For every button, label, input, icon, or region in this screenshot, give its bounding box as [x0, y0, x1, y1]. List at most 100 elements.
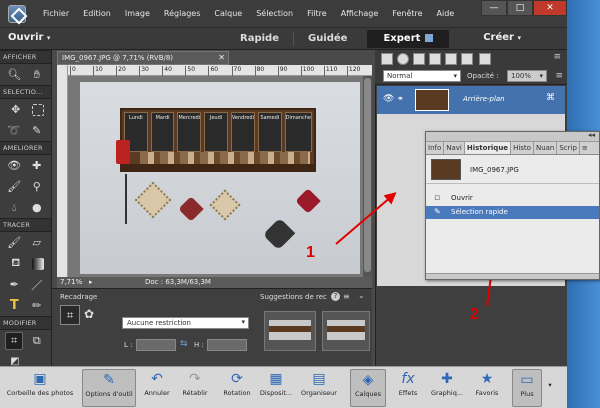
menu-filtre[interactable]: Filtre: [300, 9, 334, 18]
sponge-tool-icon[interactable]: ●: [28, 199, 46, 217]
recompose-tool-icon[interactable]: ⧉: [28, 332, 46, 350]
marquee-tool-icon[interactable]: [32, 103, 45, 116]
more-chevron-icon[interactable]: ▾: [545, 381, 555, 389]
menu-aide[interactable]: Aide: [430, 9, 462, 18]
open-button[interactable]: Ouvrir ▾: [8, 32, 50, 43]
eye-tool-icon[interactable]: 👁︎: [5, 157, 23, 175]
quick-selection-tool-icon[interactable]: ✎: [28, 122, 46, 140]
clone-stamp-tool-icon[interactable]: ⚲: [28, 178, 46, 196]
favorites-button[interactable]: ★ Favoris: [470, 371, 504, 397]
paint-bucket-tool-icon[interactable]: ⛾: [7, 255, 25, 273]
help-icon[interactable]: ?: [331, 292, 340, 301]
tab-swatches[interactable]: Nuan: [534, 142, 558, 154]
menu-reglages[interactable]: Réglages: [157, 9, 208, 18]
tab-scripts[interactable]: Scrip: [557, 142, 580, 154]
restriction-select[interactable]: Aucune restriction ▾: [122, 317, 249, 329]
zoom-tool-icon[interactable]: 🔍︎: [5, 66, 23, 84]
cookie-cutter-icon[interactable]: ✿: [84, 307, 98, 321]
status-arrow-icon[interactable]: ▸: [89, 278, 93, 286]
layer-row-background[interactable]: 👁︎ ⚭ Arrière-plan ⌘: [377, 86, 565, 114]
more-button[interactable]: ▭ Plus: [512, 369, 542, 407]
move-tool-icon[interactable]: ✥: [7, 101, 25, 119]
photo-bin-button[interactable]: ▣ Corbeille des photos: [4, 371, 76, 397]
opacity-input[interactable]: 100% ▾: [507, 70, 547, 82]
tab-histogram[interactable]: Histo: [511, 142, 534, 154]
crop-suggestion-2[interactable]: [322, 311, 370, 351]
mode-guidee[interactable]: Guidée: [294, 32, 361, 46]
effects-button[interactable]: fx Effets: [394, 371, 422, 397]
create-button[interactable]: Créer ▾: [483, 32, 521, 43]
mode-expert[interactable]: Expert: [367, 30, 450, 48]
annotation-1: 1: [306, 244, 315, 261]
history-item-open[interactable]: ▫ Ouvrir: [426, 192, 599, 205]
eraser-tool-icon[interactable]: ▱: [28, 234, 46, 252]
pencil-tool-icon[interactable]: ✏︎: [28, 297, 46, 315]
mode-rapide[interactable]: Rapide: [226, 32, 294, 46]
minimize-button[interactable]: —: [481, 0, 507, 16]
history-titlebar[interactable]: ◂◂: [426, 131, 599, 142]
redo-button[interactable]: ↷ Rétablir: [180, 371, 210, 397]
layer-mask-icon[interactable]: [429, 53, 441, 65]
height-input[interactable]: [207, 339, 247, 351]
swap-dimensions-icon[interactable]: ⇆: [180, 339, 188, 349]
tool-options-button[interactable]: ✎ Options d'outil: [82, 369, 136, 407]
eyedropper-tool-icon[interactable]: ✒: [5, 276, 23, 294]
shape-tool-icon[interactable]: ／: [28, 276, 46, 294]
more-icon: ▭: [520, 372, 534, 388]
history-menu-icon[interactable]: ≡: [580, 142, 590, 154]
menu-fichier[interactable]: Fichier: [36, 9, 76, 18]
organizer-button[interactable]: ▤ Organiseur: [298, 371, 340, 397]
hand-tool-icon[interactable]: ✋︎: [28, 66, 46, 84]
new-layer-icon[interactable]: [381, 53, 393, 65]
crop-option-icon[interactable]: ⌗: [60, 305, 80, 325]
scrollbar-thumb[interactable]: [364, 78, 371, 272]
close-document-icon[interactable]: ✕: [218, 53, 225, 62]
layer-lock-icon: ⌘: [546, 93, 555, 103]
close-window-button[interactable]: ✕: [533, 0, 567, 16]
document-tab[interactable]: IMG_0967.JPG @ 7,71% (RVB/8) ✕: [57, 51, 229, 65]
layers-button[interactable]: ◈ Calques: [350, 369, 386, 407]
options-menu-icon[interactable]: ≡: [555, 71, 563, 81]
link-icon[interactable]: ⚭: [397, 94, 404, 103]
menu-affichage[interactable]: Affichage: [334, 9, 386, 18]
blend-mode-select[interactable]: Normal ▾: [383, 70, 461, 82]
tab-navigator[interactable]: Navi: [444, 142, 465, 154]
vertical-scrollbar[interactable]: [363, 76, 372, 277]
collapse-panel-icon[interactable]: ◂◂: [588, 131, 595, 139]
chevron-down-icon: ▾: [539, 72, 543, 80]
crop-suggestion-1[interactable]: [264, 311, 316, 351]
menu-image[interactable]: Image: [118, 9, 157, 18]
layout-button[interactable]: ▦ Disposit...: [256, 371, 296, 397]
undo-button[interactable]: ↶ Annuler: [142, 371, 172, 397]
delete-layer-icon[interactable]: [479, 53, 491, 65]
lasso-tool-icon[interactable]: ➰: [5, 122, 23, 140]
menu-fenetre[interactable]: Fenêtre: [385, 9, 429, 18]
type-tool-icon[interactable]: T: [5, 297, 23, 315]
layers-menu-icon[interactable]: ≡: [553, 52, 561, 62]
lock-icon[interactable]: [445, 53, 457, 65]
gradient-tool-icon[interactable]: [32, 257, 45, 270]
history-snapshot[interactable]: IMG_0967.JPG: [426, 156, 599, 184]
menu-selection[interactable]: Sélection: [249, 9, 300, 18]
history-item-quick-selection[interactable]: ✎ Sélection rapide: [426, 206, 599, 219]
new-group-icon[interactable]: [397, 53, 409, 65]
width-input[interactable]: [136, 339, 176, 351]
tab-info[interactable]: Info: [426, 142, 445, 154]
collapse-chevron-icon[interactable]: ⌄: [358, 291, 365, 300]
blur-tool-icon[interactable]: 💧︎: [5, 199, 23, 217]
brush-tool-icon[interactable]: 🖌︎: [5, 234, 23, 252]
adjustment-layer-icon[interactable]: [413, 53, 425, 65]
tab-history[interactable]: Historique: [464, 142, 512, 154]
panel-menu-icon[interactable]: ≡: [343, 292, 350, 301]
spot-healing-tool-icon[interactable]: ✚: [28, 157, 46, 175]
photo-canvas[interactable]: Lundi Mardi Mercredi Jeudi Vendredi Same…: [80, 82, 360, 274]
lock-all-icon[interactable]: [461, 53, 473, 65]
maximize-button[interactable]: □: [507, 0, 533, 16]
menu-edition[interactable]: Edition: [76, 9, 118, 18]
smart-brush-tool-icon[interactable]: 🖌︎: [5, 178, 23, 196]
graphics-button[interactable]: ✚ Graphiq...: [428, 371, 466, 397]
crop-tool-icon[interactable]: ⌗: [5, 331, 24, 350]
rotate-button[interactable]: ⟳ Rotation: [220, 371, 254, 397]
menu-calque[interactable]: Calque: [207, 9, 249, 18]
visibility-eye-icon[interactable]: 👁︎: [383, 94, 394, 104]
